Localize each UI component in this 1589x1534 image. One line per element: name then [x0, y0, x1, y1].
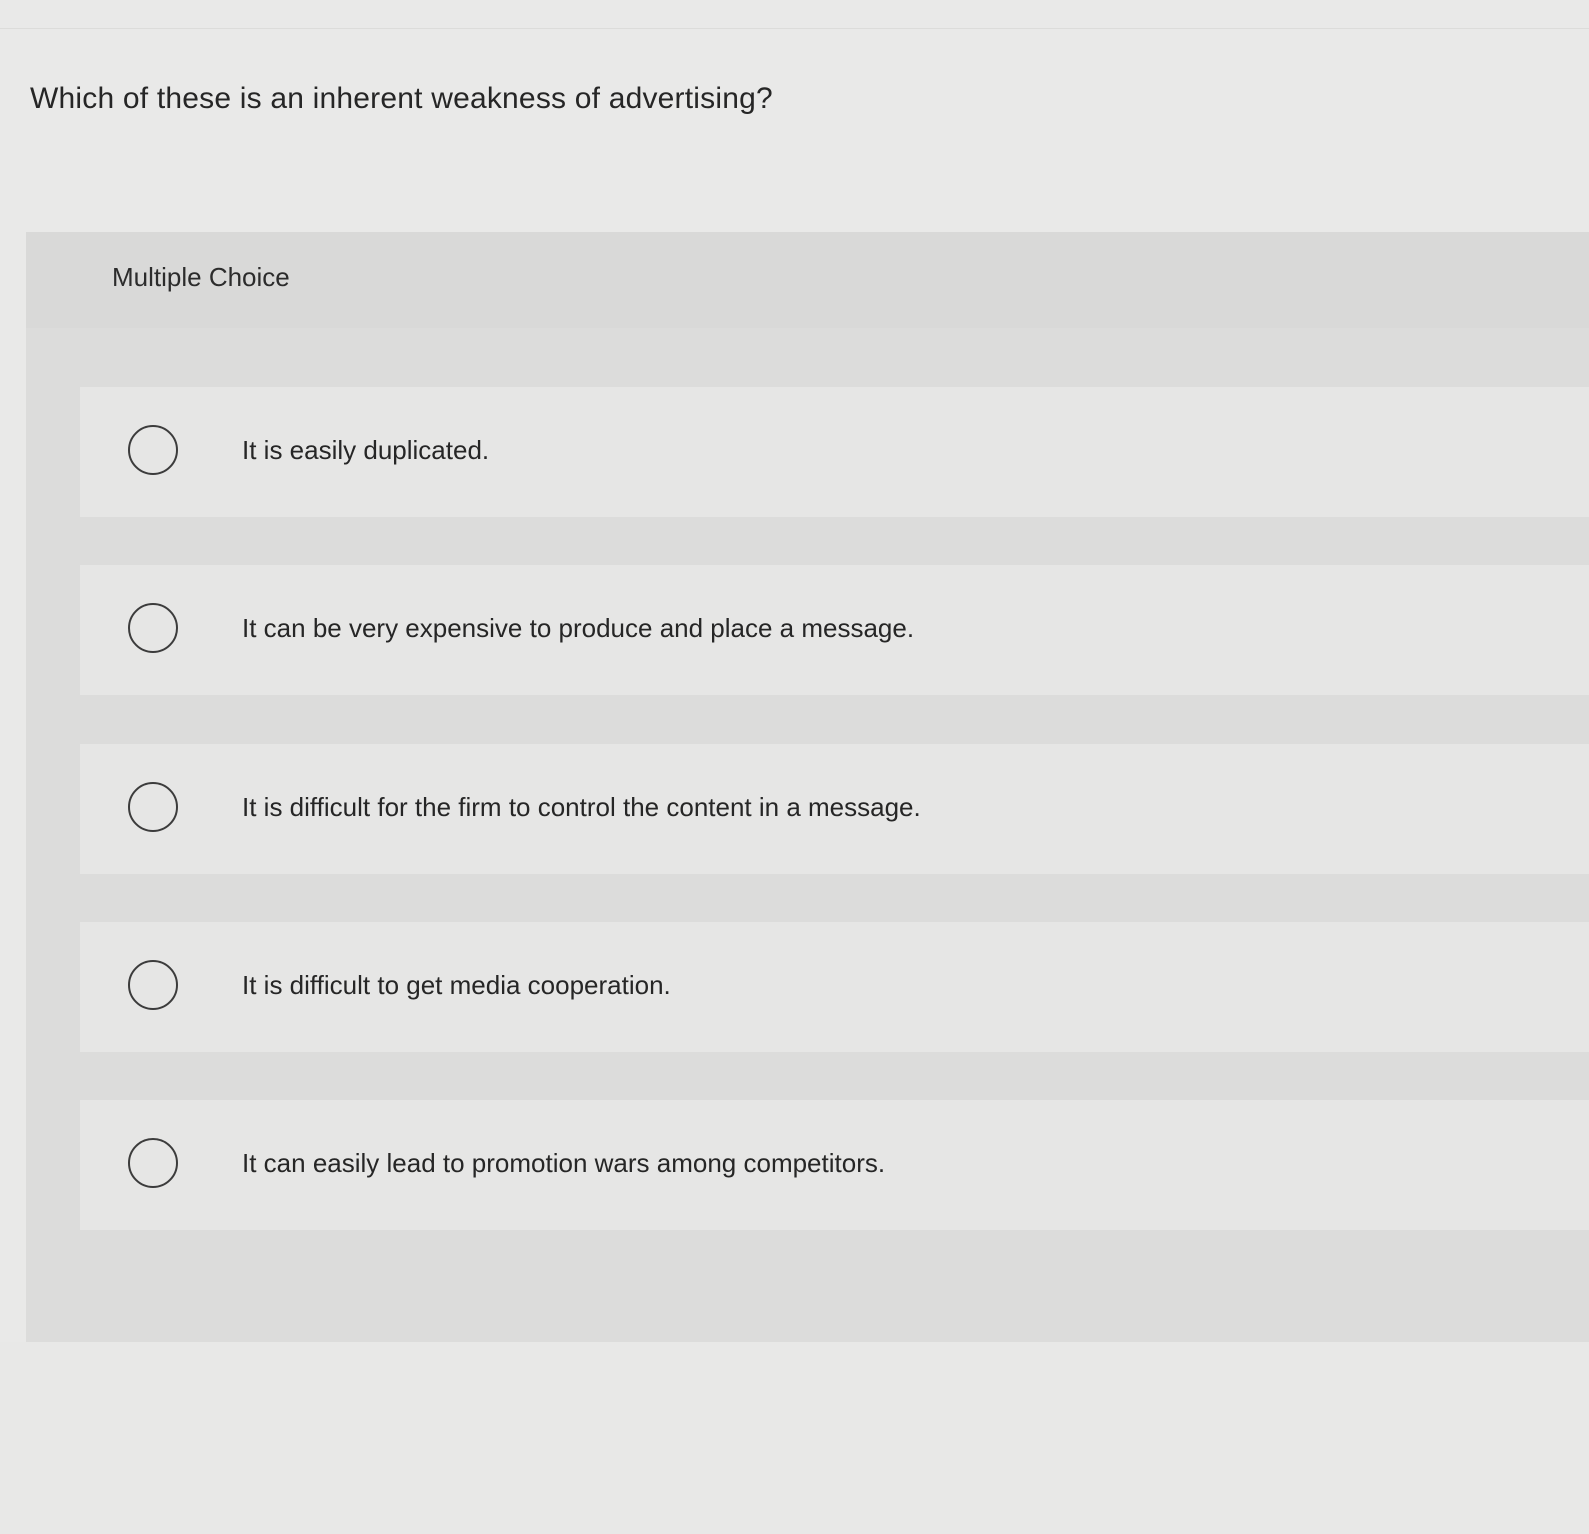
answer-option-3[interactable]: It is difficult for the firm to control … — [80, 744, 1589, 874]
answer-option-label: It is easily duplicated. — [242, 435, 490, 465]
answer-option-5[interactable]: It can easily lead to promotion wars amo… — [80, 1100, 1589, 1230]
answer-option-label: It can easily lead to promotion wars amo… — [242, 1148, 886, 1178]
question-type-label: Multiple Choice — [112, 262, 290, 292]
top-divider — [0, 28, 1589, 29]
answer-option-1[interactable]: It is easily duplicated. — [80, 387, 1589, 517]
answer-option-label: It is difficult to get media cooperation… — [242, 970, 671, 1000]
radio-button-icon[interactable] — [128, 782, 178, 832]
question-text: Which of these is an inherent weakness o… — [30, 82, 773, 115]
radio-button-icon[interactable] — [128, 1138, 178, 1188]
radio-button-icon[interactable] — [128, 603, 178, 653]
answer-option-label: It can be very expensive to produce and … — [242, 613, 915, 643]
radio-button-icon[interactable] — [128, 960, 178, 1010]
answer-option-2[interactable]: It can be very expensive to produce and … — [80, 565, 1589, 695]
panel-header: Multiple Choice — [26, 232, 1589, 328]
radio-button-icon[interactable] — [128, 425, 178, 475]
answer-option-label: It is difficult for the firm to control … — [242, 792, 921, 822]
multiple-choice-panel: Multiple Choice It is easily duplicated.… — [26, 232, 1589, 1342]
page-footer-area — [0, 1342, 1589, 1534]
answer-option-4[interactable]: It is difficult to get media cooperation… — [80, 922, 1589, 1052]
